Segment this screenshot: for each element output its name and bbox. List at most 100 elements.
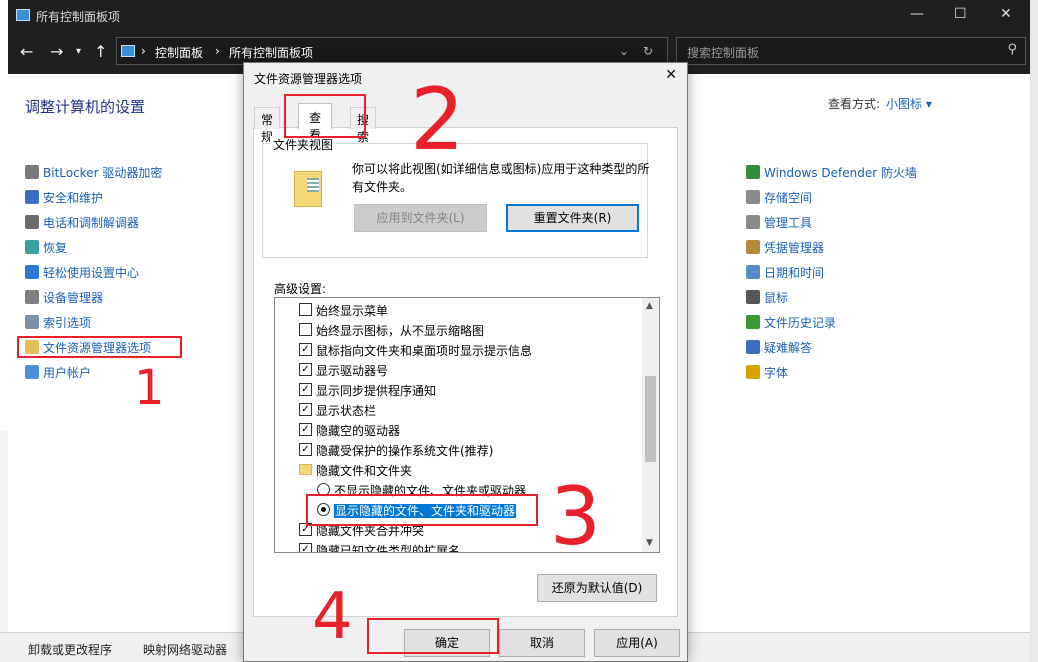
annotation-box-4	[367, 618, 499, 654]
setting-label: 隐藏文件和文件夹	[316, 464, 413, 478]
right-item-label: 存储空间	[764, 191, 813, 205]
applet-icon	[746, 190, 760, 204]
applet-icon	[746, 290, 760, 304]
page-heading: 调整计算机的设置	[25, 98, 146, 116]
view-by-dropdown[interactable]: 小图标 ▾	[886, 97, 932, 111]
setting-row[interactable]: ✓ 显示驱动器号	[275, 360, 641, 380]
up-arrow-icon[interactable]: ↑	[94, 42, 107, 61]
maximize-button[interactable]: ☐	[954, 6, 967, 22]
left-item[interactable]: 用户帐户	[25, 364, 91, 381]
right-item[interactable]: 凭据管理器	[746, 239, 824, 256]
tab-general[interactable]: 常规	[254, 107, 281, 144]
checkbox-checked[interactable]: ✓	[299, 443, 312, 456]
right-item[interactable]: 疑难解答	[746, 339, 812, 356]
recent-chevron-icon[interactable]: ▾	[76, 46, 81, 57]
setting-row[interactable]: ✓ 显示同步提供程序通知	[275, 380, 641, 400]
setting-label: 显示状态栏	[316, 404, 377, 418]
back-arrow-icon[interactable]: ←	[20, 42, 33, 61]
setting-row[interactable]: 始终显示菜单	[275, 300, 641, 320]
close-button[interactable]: ✕	[1000, 6, 1012, 22]
right-item-label: 疑难解答	[764, 341, 813, 355]
annotation-number-2: 2	[410, 70, 465, 170]
annotation-number-3: 3	[550, 470, 601, 563]
left-item[interactable]: 轻松使用设置中心	[25, 264, 139, 281]
checkbox-unchecked[interactable]	[299, 303, 312, 316]
scroll-thumb[interactable]	[645, 376, 656, 462]
cancel-button[interactable]: 取消	[499, 629, 585, 657]
left-item-label: BitLocker 驱动器加密	[43, 166, 163, 180]
setting-label: 隐藏已知文件类型的扩展名	[316, 544, 461, 553]
apply-button[interactable]: 应用(A)	[594, 629, 680, 657]
setting-label: 始终显示菜单	[316, 304, 389, 318]
applet-icon	[25, 165, 39, 179]
setting-row[interactable]: ✓ 鼠标指向文件夹和桌面项时显示提示信息	[275, 340, 641, 360]
scroll-up-arrow-icon[interactable]: ▲	[646, 301, 653, 311]
left-item-label: 索引选项	[43, 316, 92, 330]
breadcrumb-item[interactable]: 所有控制面板项	[229, 44, 313, 61]
setting-label: 隐藏文件夹合并冲突	[316, 524, 425, 538]
left-item[interactable]: 安全和维护	[25, 189, 103, 206]
checkbox-checked[interactable]: ✓	[299, 423, 312, 436]
minimize-button[interactable]: —	[910, 6, 924, 22]
address-dropdown-icon[interactable]: ⌄	[619, 44, 629, 58]
address-bar[interactable]: › 控制面板 › 所有控制面板项 ⌄ ↻	[116, 37, 668, 65]
refresh-icon[interactable]: ↻	[643, 44, 653, 58]
right-item[interactable]: 管理工具	[746, 214, 812, 231]
dialog-title: 文件资源管理器选项	[254, 72, 363, 86]
left-item[interactable]: 索引选项	[25, 314, 91, 331]
left-item[interactable]: 电话和调制解调器	[25, 214, 139, 231]
search-input[interactable]: 搜索控制面板 ⚲	[676, 37, 1026, 65]
left-item[interactable]: 恢复	[25, 239, 67, 256]
right-item-label: 鼠标	[764, 291, 789, 305]
breadcrumb-item[interactable]: 控制面板	[155, 44, 203, 61]
checkbox-checked[interactable]: ✓	[299, 403, 312, 416]
reset-folders-button[interactable]: 重置文件夹(R)	[506, 204, 639, 232]
right-item[interactable]: 字体	[746, 364, 788, 381]
right-item-label: 凭据管理器	[764, 241, 825, 255]
control-panel-icon	[121, 45, 135, 57]
applet-icon	[746, 215, 760, 229]
search-icon[interactable]: ⚲	[1007, 42, 1017, 57]
right-item[interactable]: 日期和时间	[746, 264, 824, 281]
checkbox-checked[interactable]: ✓	[299, 363, 312, 376]
right-item[interactable]: Windows Defender 防火墙	[746, 164, 917, 181]
map-drive-link[interactable]: 映射网络驱动器	[143, 641, 227, 658]
left-item[interactable]: BitLocker 驱动器加密	[25, 164, 162, 181]
apply-to-folders-button[interactable]: 应用到文件夹(L)	[354, 204, 487, 232]
applet-icon	[746, 315, 760, 329]
right-item[interactable]: 鼠标	[746, 289, 788, 306]
left-item[interactable]: 设备管理器	[25, 289, 103, 306]
control-panel-icon	[16, 9, 30, 21]
restore-defaults-button[interactable]: 还原为默认值(D)	[537, 574, 657, 602]
setting-label: 鼠标指向文件夹和桌面项时显示提示信息	[316, 344, 533, 358]
uninstall-link[interactable]: 卸载或更改程序	[28, 641, 112, 658]
scroll-down-arrow-icon[interactable]: ▼	[646, 538, 653, 548]
view-by-label: 查看方式:	[828, 97, 881, 111]
right-item[interactable]: 文件历史记录	[746, 314, 836, 331]
setting-label: 隐藏受保护的操作系统文件(推荐)	[316, 444, 494, 458]
setting-row[interactable]: ✓ 隐藏空的驱动器	[275, 420, 641, 440]
setting-row[interactable]: 始终显示图标，从不显示缩略图	[275, 320, 641, 340]
applet-icon	[746, 265, 760, 279]
checkbox-checked[interactable]: ✓	[299, 343, 312, 356]
left-item-label: 安全和维护	[43, 191, 104, 205]
checkbox-unchecked[interactable]	[299, 323, 312, 336]
annotation-number-4: 4	[312, 580, 353, 654]
setting-row[interactable]: ✓ 隐藏受保护的操作系统文件(推荐)	[275, 440, 641, 460]
right-item-label: 文件历史记录	[764, 316, 837, 330]
left-item-label: 用户帐户	[43, 366, 92, 380]
left-item-label: 恢复	[43, 241, 68, 255]
setting-row[interactable]: ✓ 显示状态栏	[275, 400, 641, 420]
background-window-edge	[1030, 0, 1038, 662]
right-item-label: 字体	[764, 366, 789, 380]
checkbox-checked[interactable]: ✓	[299, 383, 312, 396]
right-item[interactable]: 存储空间	[746, 189, 812, 206]
dialog-close-icon[interactable]: ✕	[665, 67, 677, 83]
settings-scrollbar[interactable]: ▲ ▼	[642, 298, 659, 552]
annotation-number-1: 1	[134, 360, 165, 416]
right-item-label: 管理工具	[764, 216, 813, 230]
checkbox-checked[interactable]: ✓	[299, 543, 312, 552]
forward-arrow-icon[interactable]: →	[50, 42, 63, 61]
annotation-box-1	[17, 336, 182, 358]
applet-icon	[25, 365, 39, 379]
